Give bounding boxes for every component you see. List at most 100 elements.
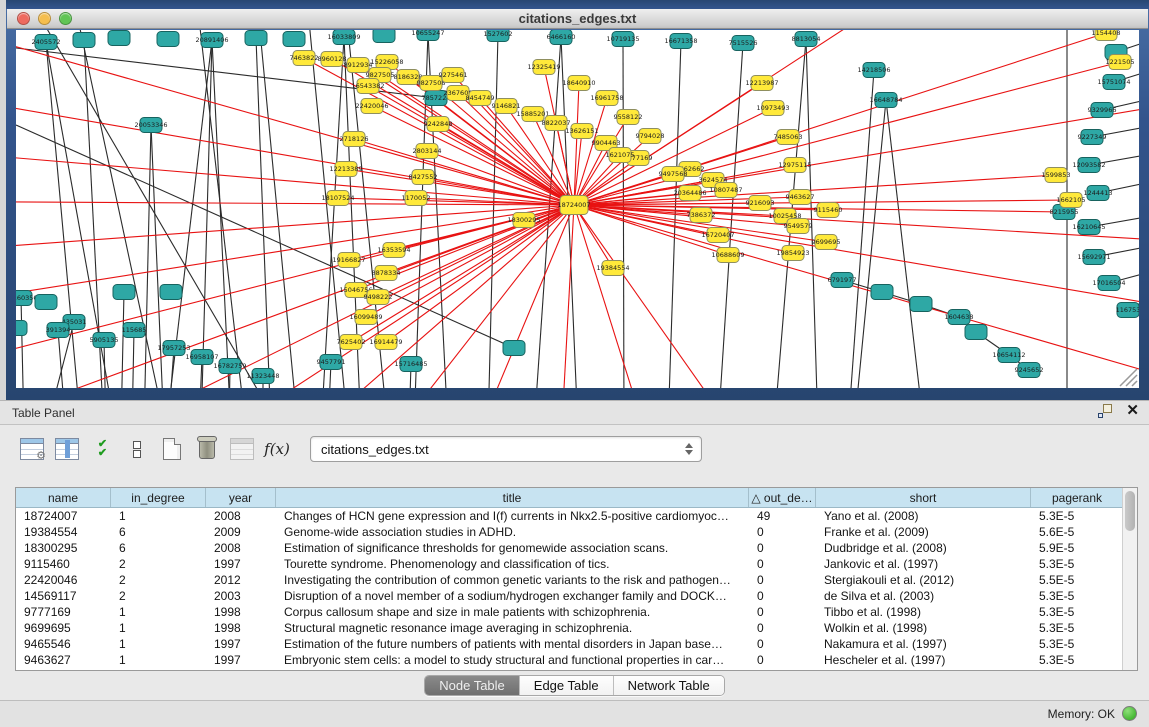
select-columns-button[interactable] bbox=[53, 435, 81, 463]
network-node[interactable]: 9498222 bbox=[364, 290, 393, 305]
network-node[interactable]: 115685 bbox=[122, 323, 147, 338]
table-cell[interactable]: 0 bbox=[749, 524, 816, 540]
citation-edge-black[interactable] bbox=[21, 298, 24, 388]
network-node[interactable]: 10719135 bbox=[606, 32, 639, 47]
table-cell[interactable]: 5.3E-5 bbox=[1031, 636, 1124, 652]
table-cell[interactable]: 1 bbox=[111, 652, 206, 668]
table-cell[interactable]: Yano et al. (2008) bbox=[816, 508, 1031, 524]
table-cell[interactable]: 0 bbox=[749, 556, 816, 572]
network-node[interactable] bbox=[871, 285, 893, 300]
table-cell[interactable]: Changes of HCN gene expression and I(f) … bbox=[276, 508, 749, 524]
network-node[interactable]: 12325419 bbox=[527, 60, 560, 75]
table-cell[interactable]: Genome-wide association studies in ADHD. bbox=[276, 524, 749, 540]
network-node[interactable]: 6791977 bbox=[828, 273, 857, 288]
table-cell[interactable]: 2 bbox=[111, 588, 206, 604]
table-cell[interactable]: Estimation of significance thresholds fo… bbox=[276, 540, 749, 556]
network-node[interactable]: 1170052 bbox=[402, 191, 431, 206]
function-builder-button[interactable]: f(x) bbox=[263, 435, 291, 463]
table-cell[interactable]: 6 bbox=[111, 524, 206, 540]
table-cell[interactable]: 2008 bbox=[206, 508, 276, 524]
table-cell[interactable]: 18724007 bbox=[16, 508, 111, 524]
network-node[interactable]: 2718126 bbox=[340, 132, 369, 147]
column-header-pagerank[interactable]: pagerank bbox=[1031, 488, 1124, 507]
table-cell[interactable]: Jankovic et al. (1997) bbox=[816, 556, 1031, 572]
network-node[interactable] bbox=[73, 33, 95, 48]
table-row[interactable]: 946362711997Embryonic stem cells: a mode… bbox=[16, 652, 1137, 668]
network-node[interactable]: 8454749 bbox=[466, 91, 495, 106]
table-cell[interactable]: 5.9E-5 bbox=[1031, 540, 1124, 556]
table-cell[interactable]: 1997 bbox=[206, 636, 276, 652]
table-row[interactable]: 1938455462009Genome-wide association stu… bbox=[16, 524, 1137, 540]
network-node[interactable]: 1599853 bbox=[1042, 168, 1071, 183]
table-cell[interactable]: Franke et al. (2009) bbox=[816, 524, 1031, 540]
network-node[interactable]: 16353594 bbox=[377, 243, 410, 258]
table-cell[interactable]: 0 bbox=[749, 588, 816, 604]
network-node[interactable]: 16961758 bbox=[590, 91, 623, 106]
network-node[interactable] bbox=[160, 285, 182, 300]
column-header-name[interactable]: name bbox=[16, 488, 111, 507]
tab-network-table[interactable]: Network Table bbox=[614, 676, 724, 695]
table-cell[interactable]: 9465546 bbox=[16, 636, 111, 652]
network-node[interactable]: 11323448 bbox=[246, 369, 279, 384]
network-node[interactable]: 9275461 bbox=[439, 68, 468, 83]
table-row[interactable]: 977716911998Corpus callosum shape and si… bbox=[16, 604, 1137, 620]
table-cell[interactable]: 1997 bbox=[206, 652, 276, 668]
delete-table-button[interactable] bbox=[193, 435, 221, 463]
network-node[interactable]: 25160350 bbox=[16, 291, 38, 306]
column-header-title[interactable]: title bbox=[276, 488, 749, 507]
network-node[interactable]: 1621075 bbox=[606, 148, 635, 163]
table-cell[interactable]: 2003 bbox=[206, 588, 276, 604]
network-node[interactable]: 7515526 bbox=[729, 36, 758, 51]
network-view-canvas[interactable]: 1872400724055722089140616033809106552471… bbox=[16, 30, 1139, 388]
resize-grip-icon[interactable] bbox=[1126, 375, 1137, 386]
table-cell[interactable]: 1 bbox=[111, 620, 206, 636]
citation-edge-black[interactable] bbox=[16, 125, 514, 348]
table-cell[interactable]: 0 bbox=[749, 540, 816, 556]
table-cell[interactable]: 9463627 bbox=[16, 652, 111, 668]
table-cell[interactable]: Dudbridge et al. (2008) bbox=[816, 540, 1031, 556]
table-cell[interactable]: 5.3E-5 bbox=[1031, 588, 1124, 604]
network-node[interactable]: 9115460 bbox=[814, 203, 843, 218]
network-node[interactable] bbox=[373, 30, 395, 43]
citation-edge-red[interactable] bbox=[574, 205, 676, 388]
column-header-year[interactable]: year bbox=[206, 488, 276, 507]
network-node[interactable]: 19854923 bbox=[776, 246, 809, 261]
table-cell[interactable]: Tourette syndrome. Phenomenology and cla… bbox=[276, 556, 749, 572]
table-cell[interactable]: 1997 bbox=[206, 556, 276, 572]
network-node[interactable]: 5905135 bbox=[90, 333, 119, 348]
table-cell[interactable]: 0 bbox=[749, 572, 816, 588]
close-panel-icon[interactable]: ✕ bbox=[1126, 404, 1139, 418]
network-node[interactable]: 9794028 bbox=[636, 129, 665, 144]
network-node[interactable]: 9558122 bbox=[614, 110, 643, 125]
table-scrollbar-thumb[interactable] bbox=[1125, 491, 1135, 531]
table-cell[interactable]: 2 bbox=[111, 572, 206, 588]
table-cell[interactable]: 5.3E-5 bbox=[1031, 620, 1124, 636]
table-cell[interactable]: 0 bbox=[749, 620, 816, 636]
network-node[interactable]: 9245652 bbox=[1015, 363, 1044, 378]
table-cell[interactable]: Tibbo et al. (1998) bbox=[816, 604, 1031, 620]
network-node[interactable]: 12093582 bbox=[1072, 158, 1105, 173]
table-cell[interactable]: 2009 bbox=[206, 524, 276, 540]
table-cell[interactable]: Corpus callosum shape and size in male p… bbox=[276, 604, 749, 620]
network-node[interactable]: 1527602 bbox=[484, 30, 513, 42]
network-node[interactable]: 1154408 bbox=[1092, 30, 1121, 41]
citation-edge-black[interactable] bbox=[132, 330, 134, 388]
table-cell[interactable]: 1 bbox=[111, 604, 206, 620]
citation-edge-black[interactable] bbox=[256, 38, 271, 388]
network-node[interactable]: 7386372 bbox=[687, 208, 716, 223]
table-cell[interactable]: 1 bbox=[111, 508, 206, 524]
citation-edge-black[interactable] bbox=[198, 30, 246, 388]
network-node[interactable]: 8878334 bbox=[372, 266, 401, 281]
table-cell[interactable]: 9699695 bbox=[16, 620, 111, 636]
table-cell[interactable]: Nakamura et al. (1997) bbox=[816, 636, 1031, 652]
table-scrollbar[interactable] bbox=[1122, 488, 1137, 670]
citation-edge-black[interactable] bbox=[886, 100, 924, 388]
citation-edge-black[interactable] bbox=[144, 125, 151, 388]
network-node[interactable]: 12975115 bbox=[778, 158, 811, 173]
network-node[interactable] bbox=[910, 297, 932, 312]
table-cell[interactable]: Wolkin et al. (1998) bbox=[816, 620, 1031, 636]
table-cell[interactable]: Structural magnetic resonance image aver… bbox=[276, 620, 749, 636]
citation-edge-red[interactable] bbox=[556, 205, 574, 388]
citation-edge-black[interactable] bbox=[201, 40, 212, 388]
citation-edge-black[interactable] bbox=[854, 100, 886, 388]
